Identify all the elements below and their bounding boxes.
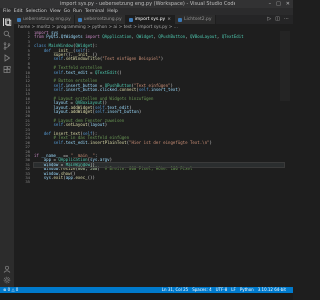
tab-lichtset2[interactable]: Lichtset2.py: [175, 15, 216, 24]
tab-uebersetzung-eng[interactable]: uebersetzung eng.py: [14, 15, 75, 24]
window-title: import sys.py - uebersetzung eng.py (Wor…: [60, 1, 235, 7]
maximize-icon[interactable]: □: [276, 0, 281, 8]
more-actions-icon[interactable]: ⋯: [284, 15, 289, 24]
menu-item-terminal[interactable]: Terminal: [85, 8, 104, 15]
taskbar-strip: [0, 293, 293, 300]
editor-tab-bar: uebersetzung eng.py uebersetzung.py impo…: [14, 15, 293, 24]
split-editor-icon[interactable]: ◫: [275, 15, 280, 24]
close-icon[interactable]: ✕: [286, 0, 290, 8]
python-file-icon: [128, 17, 133, 22]
close-tab-icon[interactable]: ×: [167, 15, 171, 24]
window-controls: – □ ✕: [269, 0, 290, 8]
python-file-icon: [178, 17, 182, 22]
menu-item-run[interactable]: Run: [73, 8, 82, 15]
settings-gear-icon[interactable]: [3, 276, 11, 284]
menu-item-go[interactable]: Go: [64, 8, 70, 15]
explorer-icon[interactable]: [3, 18, 12, 26]
account-icon[interactable]: [3, 265, 11, 273]
tab-uebersetzung[interactable]: uebersetzung.py: [74, 15, 126, 24]
source-control-icon[interactable]: [3, 42, 11, 50]
menu-item-edit[interactable]: Edit: [14, 8, 23, 15]
tab-label: uebersetzung eng.py: [23, 17, 71, 22]
tab-label: uebersetzung.py: [83, 17, 122, 22]
line-number: 35: [25, 179, 30, 185]
run-debug-icon[interactable]: [3, 54, 11, 62]
code-line[interactable]: [34, 180, 284, 184]
tab-label: import sys.py: [134, 17, 166, 22]
python-file-icon: [17, 17, 21, 22]
tab-label: Lichtset2.py: [184, 17, 212, 22]
code-editor[interactable]: 1 2 3 4 5 6 7 8 9 10 11 12 13 14 15 16 17 18 19 20 21 22 23 24 2…: [14, 31, 293, 256]
title-bar: import sys.py - uebersetzung eng.py (Wor…: [0, 0, 293, 8]
menu-item-view[interactable]: View: [50, 8, 61, 15]
editor-actions: ▷ ◫ ⋯: [267, 15, 293, 24]
python-file-icon: [77, 17, 82, 22]
run-file-icon[interactable]: ▷: [267, 15, 271, 24]
tab-import-sys[interactable]: import sys.py ×: [125, 15, 175, 24]
code-area[interactable]: import sys from PyQt5.QtWidgets import QA…: [33, 31, 285, 185]
menu-bar: File Edit Selection View Go Run Terminal Help: [0, 8, 293, 15]
search-icon[interactable]: [3, 30, 11, 38]
extensions-icon[interactable]: [3, 66, 11, 74]
menu-item-selection[interactable]: Selection: [26, 8, 47, 15]
minimize-icon[interactable]: –: [269, 0, 272, 8]
editor-empty-area: [14, 256, 293, 287]
menu-item-help[interactable]: Help: [107, 8, 117, 15]
menu-item-file[interactable]: File: [3, 8, 11, 15]
activity-bar: [0, 15, 14, 287]
line-number-gutter: 1 2 3 4 5 6 7 8 9 10 11 12 13 14 15 16 17 18 19 20 21 22 23 24 2…: [14, 31, 32, 185]
breadcrumb[interactable]: home > moritz > programming > python > a…: [14, 24, 293, 31]
minimap[interactable]: [280, 31, 290, 101]
